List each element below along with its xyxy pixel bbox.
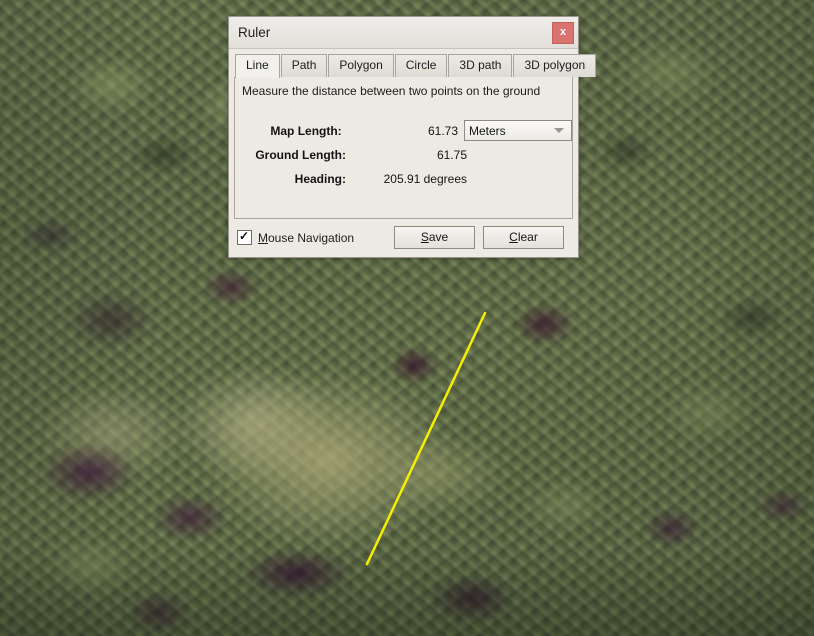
dialog-title: Ruler bbox=[238, 25, 271, 40]
tab-circle[interactable]: Circle bbox=[394, 54, 448, 77]
row-heading: Heading: 205.91 degrees bbox=[235, 168, 572, 189]
panel-description: Measure the distance between two points … bbox=[242, 84, 541, 98]
unit-select-value: Meters bbox=[469, 123, 506, 138]
mouse-navigation-checkbox[interactable]: Mouse Navigation bbox=[237, 229, 355, 245]
row-map-length: Map Length: 61.73 Meters bbox=[235, 120, 572, 141]
mouse-navigation-label: Mouse Navigation bbox=[258, 230, 355, 245]
tab-strip: Line Path Polygon Circle 3D path 3D poly… bbox=[229, 49, 597, 78]
map-length-value: 61.73 bbox=[427, 123, 458, 138]
close-icon[interactable]: x bbox=[552, 22, 574, 44]
tab-3d-path[interactable]: 3D path bbox=[448, 54, 513, 77]
ground-length-value: 61.75 bbox=[436, 147, 467, 162]
unit-select-wrapper: Meters bbox=[464, 120, 572, 141]
unit-select[interactable]: Meters bbox=[464, 120, 572, 141]
heading-value: 205.91 degrees bbox=[383, 171, 467, 186]
dialog-footer: Mouse Navigation Save Clear bbox=[229, 220, 578, 257]
ground-length-label: Ground Length: bbox=[255, 147, 346, 162]
measurement-rows: Map Length: 61.73 Meters Ground Length: … bbox=[235, 120, 572, 218]
row-ground-length: Ground Length: 61.75 bbox=[235, 144, 572, 165]
checkbox-check-icon bbox=[237, 229, 252, 245]
tab-path[interactable]: Path bbox=[280, 54, 328, 77]
tab-polygon[interactable]: Polygon bbox=[328, 54, 394, 77]
tab-panel: Measure the distance between two points … bbox=[234, 76, 573, 219]
heading-label: Heading: bbox=[294, 171, 346, 186]
ruler-dialog: Ruler x Line Path Polygon Circle 3D path… bbox=[228, 16, 597, 258]
save-button[interactable]: Save bbox=[394, 226, 475, 249]
clear-button[interactable]: Clear bbox=[483, 226, 564, 249]
map-length-label: Map Length: bbox=[270, 123, 342, 138]
chevron-down-icon bbox=[554, 128, 564, 133]
dialog-titlebar[interactable]: Ruler x bbox=[229, 17, 578, 49]
tab-line[interactable]: Line bbox=[235, 54, 280, 78]
tab-3d-polygon[interactable]: 3D polygon bbox=[513, 54, 597, 77]
